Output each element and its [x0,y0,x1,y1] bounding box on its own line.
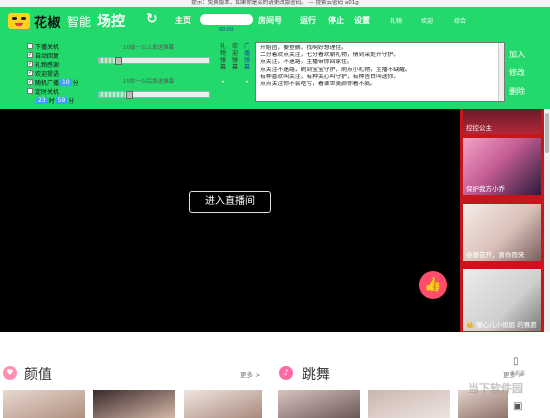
option-gift-thanks[interactable]: ✓ 礼物感谢 [27,60,59,69]
shutdown-time: 23 时 59 分 [36,96,75,105]
shutdown-hour-input[interactable]: 23 [36,96,48,104]
enter-live-room-button[interactable]: 进入直播间 [189,191,271,213]
list-item[interactable]: 点关注，不迷路，主播带你回家住。 [260,59,500,66]
list-item[interactable]: 点关注不迷路，刷到宝宝守护，刷点小礼物，主播不缺醒。 [260,67,500,74]
welcome-bullet-tab[interactable]: 欢迎弹幕 [231,43,239,71]
checkbox[interactable]: ✓ [27,61,33,67]
phone-watch-label: 手机看 [510,371,526,377]
category-title-beauty: 颜值 [24,367,52,383]
tab-dot: • [221,79,225,86]
stream-thumbnail[interactable] [184,390,262,418]
logo-icon [8,13,30,29]
gift-bullet-tab[interactable]: 礼物弹幕 [219,43,227,71]
list-item[interactable]: 二分着欢点关注，七分看欢朝礼物，倩到采处开守护。 [260,52,500,59]
thumbnails-scrollbar[interactable] [544,109,550,332]
edit-message-button[interactable]: 修改 [509,67,525,78]
brand-name: 花椒 [34,16,62,31]
gift-rule-1: 10级一以上发送弹幕 [123,45,174,51]
option-welcome-message[interactable]: ✓ 欢迎提语 [27,69,59,78]
delete-message-button[interactable]: 删除 [509,86,525,97]
option-shutdown-after-live[interactable]: 下播关机 [27,42,59,51]
beauty-icon: ♥ [3,366,17,380]
shutdown-minute-input[interactable]: 59 [55,96,68,104]
stream-thumbnail[interactable]: 保护我方小乔 [463,138,541,195]
checkbox[interactable] [27,88,33,94]
nav-run[interactable]: 运行 [300,15,316,26]
nav-home[interactable]: 主页 [175,15,191,26]
stream-thumbnail[interactable] [278,390,360,418]
slider-thumb[interactable] [125,91,133,99]
gift-rule-2: 15秒一以后发送弹幕 [123,79,174,85]
stream-thumbnail[interactable]: 控控公主 [463,109,541,134]
recommended-streams: 控控公主 保护我方小乔 春暖花开，勇你而来 👑 暖心儿小姐姐 的赛愿 [460,109,550,332]
room-number-input[interactable] [200,14,253,25]
list-item[interactable]: 点点关注你不会吃亏，看谁世美颜你看不腻。 [260,81,500,88]
checkbox[interactable]: ✓ [27,70,33,76]
thumbs-up-icon[interactable]: 👍 [419,271,447,299]
title-bar: 花椒 智能 场控 ↻ 主页 00:00 房间号 运行 停止 设置 礼物 欢迎 综… [0,7,550,33]
stream-thumbnail[interactable]: 👑 暖心儿小姐姐 的赛愿 [463,269,541,331]
slider-thumb[interactable] [114,57,122,65]
gift-delay-slider[interactable] [98,91,210,99]
checkbox[interactable] [27,43,33,49]
watermark-text: 当下软件园 [468,382,523,395]
stream-thumbnail[interactable] [3,390,85,418]
gift-level-slider[interactable] [98,57,210,65]
nav-room-number[interactable]: 房间号 [258,15,282,26]
checkbox[interactable]: ✓ [27,52,33,58]
phone-icon[interactable]: ▯ [513,356,519,367]
music-note-icon: ♪ [279,366,293,380]
spacer [0,332,550,358]
broadcast-interval-input[interactable]: 10 [60,78,72,86]
list-item[interactable]: 开始团，要登融，找啊好想理住。 [260,45,500,52]
nav-settings[interactable]: 设置 [354,15,370,26]
list-item[interactable]: 有种喜欢叫关注，有种关心叫守护，有种告白叫送你。 [260,74,500,81]
nav-welcome[interactable]: 欢迎 [421,16,433,25]
notice-bar: 提示：免费版本，如果你是买的请更改版密码。 — 提索云密码 a01g [0,0,550,7]
message-list[interactable]: 开始团，要登融，找啊好想理住。 二分着欢点关注，七分看欢朝礼物，倩到采处开守护。… [255,42,505,102]
nav-misc[interactable]: 综合 [454,16,466,25]
checkbox[interactable]: ✓ [27,79,33,85]
brand-product: 场控 [97,14,125,30]
brand-subtitle: 智能 [67,15,92,29]
broadcast-bullet-tab[interactable]: 广播弹幕 [243,43,251,71]
stream-thumbnail[interactable]: 春暖花开，勇你而来 [463,204,541,261]
refresh-icon[interactable]: ↻ [146,11,158,27]
stream-thumbnail[interactable] [93,390,175,418]
option-auto-reply[interactable]: ✓ 自动回复 [27,51,59,60]
more-beauty-link[interactable]: 更多 > [240,369,261,379]
add-message-button[interactable]: 加入 [509,49,525,60]
app-window: 提示：免费版本，如果你是买的请更改版密码。 — 提索云密码 a01g 花椒 智能… [0,0,550,418]
option-timed-shutdown[interactable]: 定时关机 [27,87,59,96]
video-player: 进入直播间 👍 [0,109,460,332]
option-random-broadcast[interactable]: ✓ 随机广播 10 分 [27,78,79,87]
nav-gift[interactable]: 礼物 [390,16,402,25]
category-title-dance: 跳舞 [302,367,330,383]
stream-thumbnail[interactable] [368,390,450,418]
message-list-scrollbar[interactable] [498,43,504,101]
nav-stop[interactable]: 停止 [328,15,344,26]
tab-dot: • [245,79,249,86]
